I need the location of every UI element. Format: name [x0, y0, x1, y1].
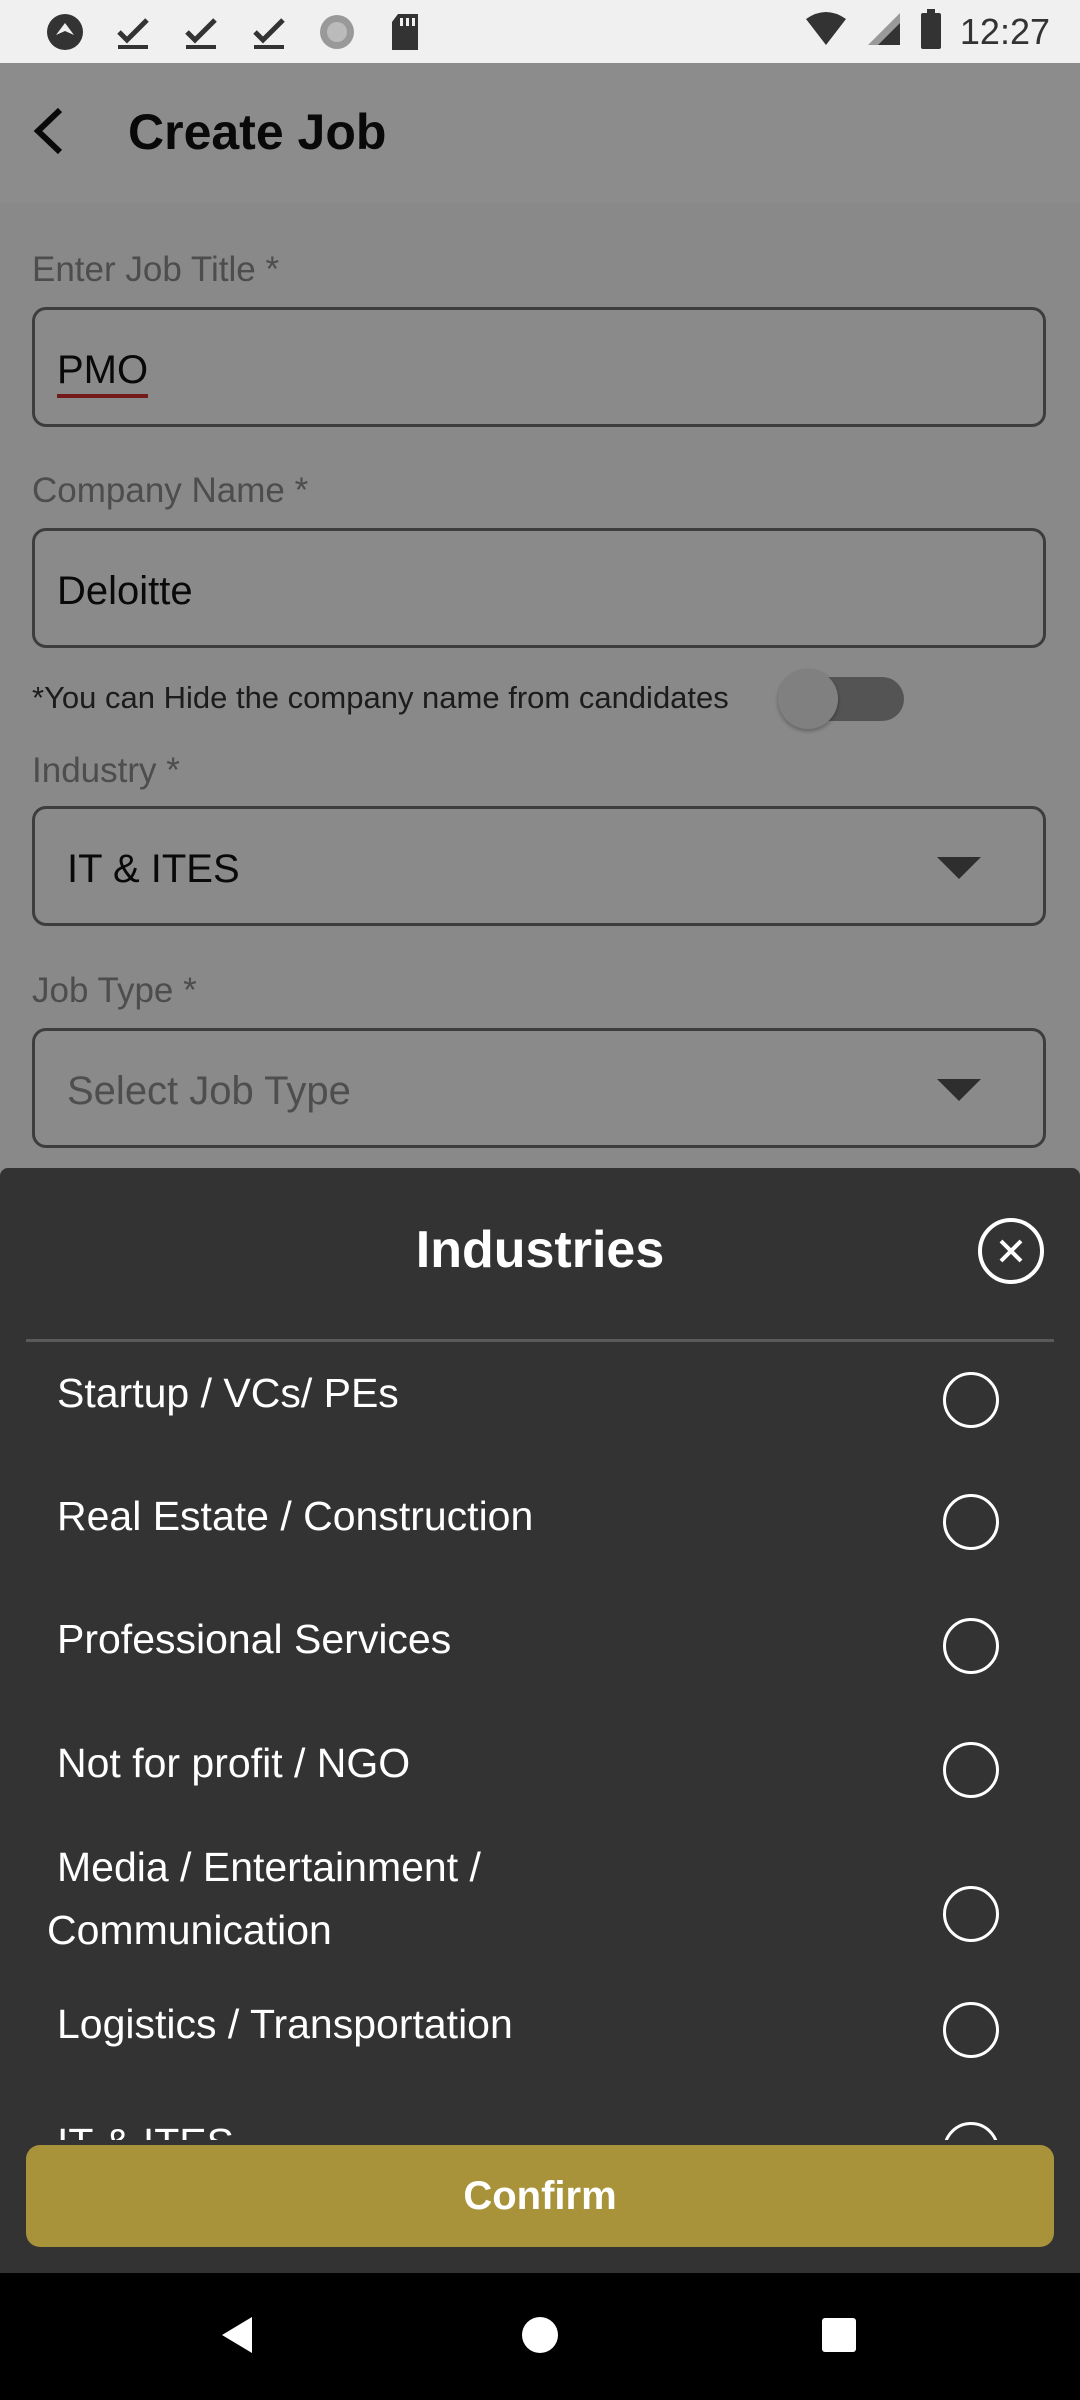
industry-label-line2: Communication: [47, 1907, 332, 1953]
industry-label: Startup / VCs/ PEs: [57, 1370, 399, 1416]
industry-label-line1: Media / Entertainment /: [57, 1844, 481, 1890]
back-triangle-icon[interactable]: [222, 2317, 252, 2353]
industry-label: Real Estate / Construction: [57, 1493, 534, 1539]
home-circle-icon[interactable]: [522, 2317, 558, 2353]
list-item[interactable]: Professional Services: [0, 1586, 1080, 1710]
list-item[interactable]: Not for profit / NGO: [0, 1710, 1080, 1832]
wifi-icon: [804, 11, 848, 52]
list-item[interactable]: Real Estate / Construction: [0, 1464, 1080, 1586]
industry-label: Logistics / Transportation: [57, 2001, 513, 2047]
battery-icon: [920, 9, 942, 54]
close-button[interactable]: [978, 1218, 1044, 1284]
close-icon: [999, 1239, 1023, 1263]
status-bar-right-icons: 12:27: [804, 9, 1050, 54]
download-done-icon: [180, 11, 222, 53]
radio-button[interactable]: [943, 1372, 999, 1428]
signal-icon: [866, 11, 902, 52]
radio-button[interactable]: [943, 1494, 999, 1550]
list-item[interactable]: Logistics / Transportation: [0, 1990, 1080, 2114]
app-logo-icon: [44, 11, 86, 53]
industry-label: Not for profit / NGO: [57, 1740, 411, 1786]
radio-button[interactable]: [943, 2002, 999, 2058]
clock-time: 12:27: [959, 10, 1050, 52]
status-bar: 12:27: [0, 0, 1080, 63]
list-item[interactable]: Startup / VCs/ PEs: [0, 1342, 1080, 1464]
sheet-title: Industries: [415, 1221, 665, 1279]
radio-button[interactable]: [943, 1742, 999, 1798]
industry-label: Professional Services: [57, 1616, 452, 1662]
recents-square-icon[interactable]: [822, 2318, 856, 2352]
circle-dots-icon: [316, 11, 358, 53]
confirm-button[interactable]: Confirm: [26, 2145, 1054, 2247]
list-item[interactable]: Media / Entertainment / Communication: [0, 1832, 1080, 1990]
download-done-icon: [248, 11, 290, 53]
radio-button[interactable]: [943, 1886, 999, 1942]
status-bar-left-icons: [44, 11, 426, 53]
download-done-icon: [112, 11, 154, 53]
industries-bottom-sheet: Industries Startup / VCs/ PEs Real Estat…: [0, 1168, 1080, 2273]
system-nav-bar: [0, 2273, 1080, 2400]
radio-button[interactable]: [943, 1618, 999, 1674]
sd-card-icon: [384, 11, 426, 53]
